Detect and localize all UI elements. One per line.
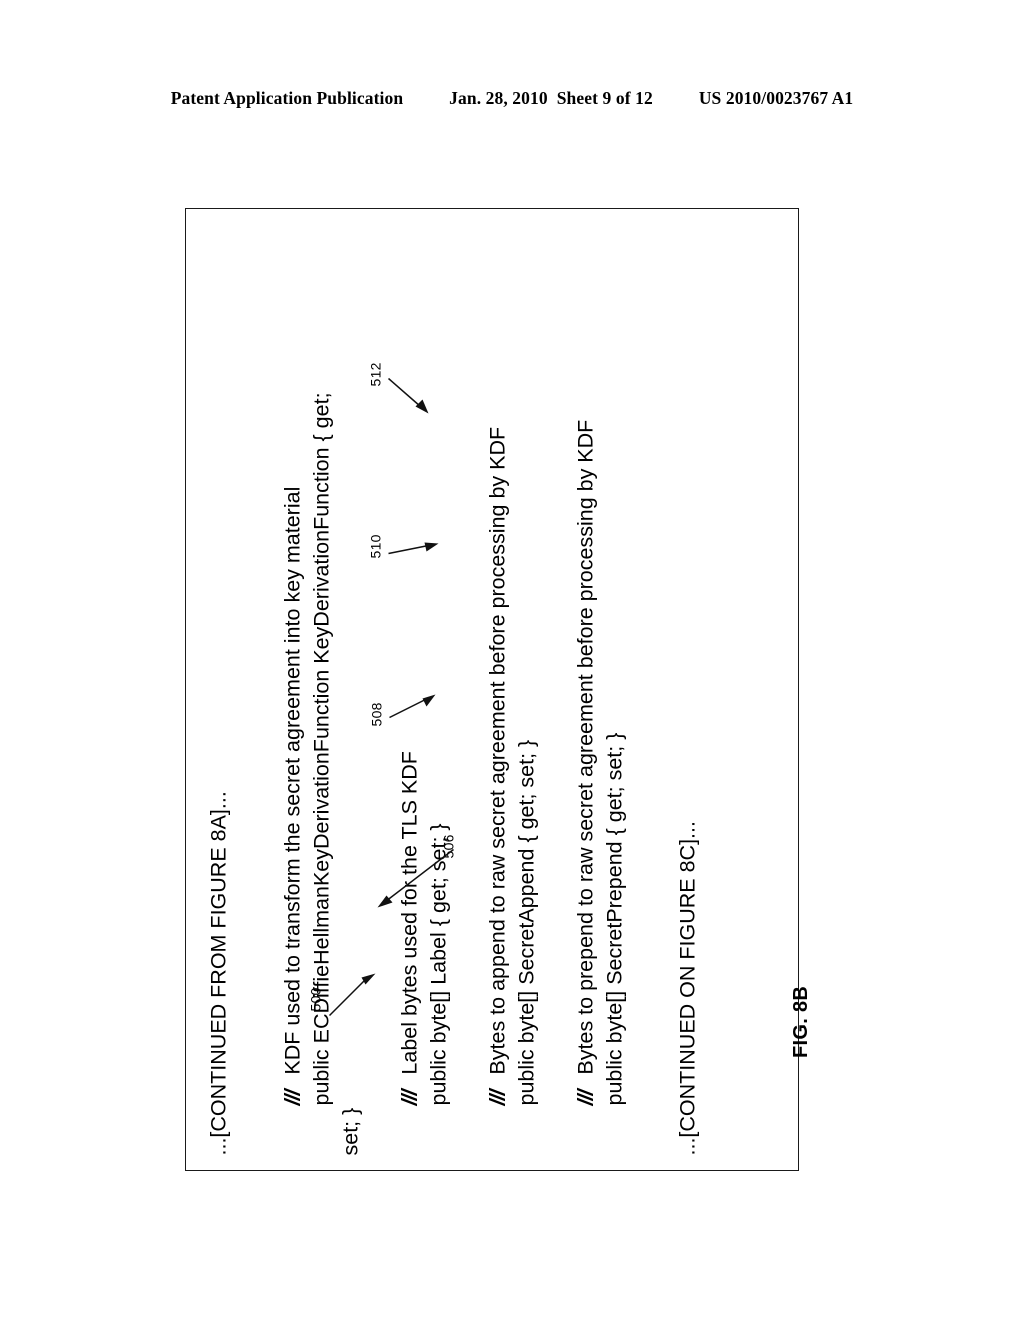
continued-on-marker: ...[CONTINUED ON FIGURE 8C]... — [675, 820, 699, 1155]
comment-text-510: Bytes to append to raw secret agreement … — [485, 426, 509, 1075]
header-sheet-label: Sheet 9 of 12 — [556, 88, 653, 108]
leader-line-510 — [387, 542, 438, 554]
comment-text-506: KDF used to transform the secret agreeme… — [280, 486, 304, 1075]
header-publication-label: Patent Application Publication — [170, 88, 404, 108]
leader-line-508 — [388, 694, 435, 718]
comment-text-512: Bytes to prepend to raw secret agreement… — [573, 419, 597, 1075]
declaration-line-510: public byte[] SecretAppend { get; set; } — [514, 739, 538, 1105]
comment-line-506: /// KDF used to transform the secret agre… — [279, 225, 308, 1155]
patent-running-header: Patent Application Publication Jan. 28, … — [0, 88, 1024, 114]
declaration-line-512: public byte[] SecretPrepend { get; set; … — [602, 732, 626, 1105]
leader-line-500 — [328, 973, 375, 1016]
continued-from-marker: ...[CONTINUED FROM FIGURE 8A]... — [206, 790, 230, 1155]
leader-line-512 — [387, 377, 428, 413]
reference-numeral-512: 512 — [367, 361, 383, 386]
reference-numeral-500: 500 — [307, 986, 323, 1011]
reference-numeral-508: 508 — [368, 701, 384, 726]
header-patent-number: US 2010/0023767 A1 — [698, 88, 854, 108]
comment-line-512: /// Bytes to prepend to raw secret agreem… — [572, 225, 601, 1155]
code-listing: ...[CONTINUED FROM FIGURE 8A]... /// KDF … — [205, 225, 704, 1155]
figure-frame: ...[CONTINUED FROM FIGURE 8A]... /// KDF … — [185, 208, 799, 1171]
comment-marker-icon: /// — [397, 1090, 421, 1105]
figure-rotated-content: ...[CONTINUED FROM FIGURE 8A]... /// KDF … — [185, 208, 799, 1171]
comment-marker-icon: /// — [485, 1090, 509, 1105]
leader-line-506 — [377, 848, 454, 907]
figure-caption: FIG. 8B — [790, 985, 812, 1058]
reference-numeral-510: 510 — [367, 533, 383, 558]
header-date-label: Jan. 28, 2010 — [449, 88, 548, 108]
comment-marker-icon: /// — [280, 1090, 304, 1105]
comment-marker-icon: /// — [573, 1090, 597, 1105]
comment-line-510: /// Bytes to append to raw secret agreeme… — [484, 225, 513, 1155]
